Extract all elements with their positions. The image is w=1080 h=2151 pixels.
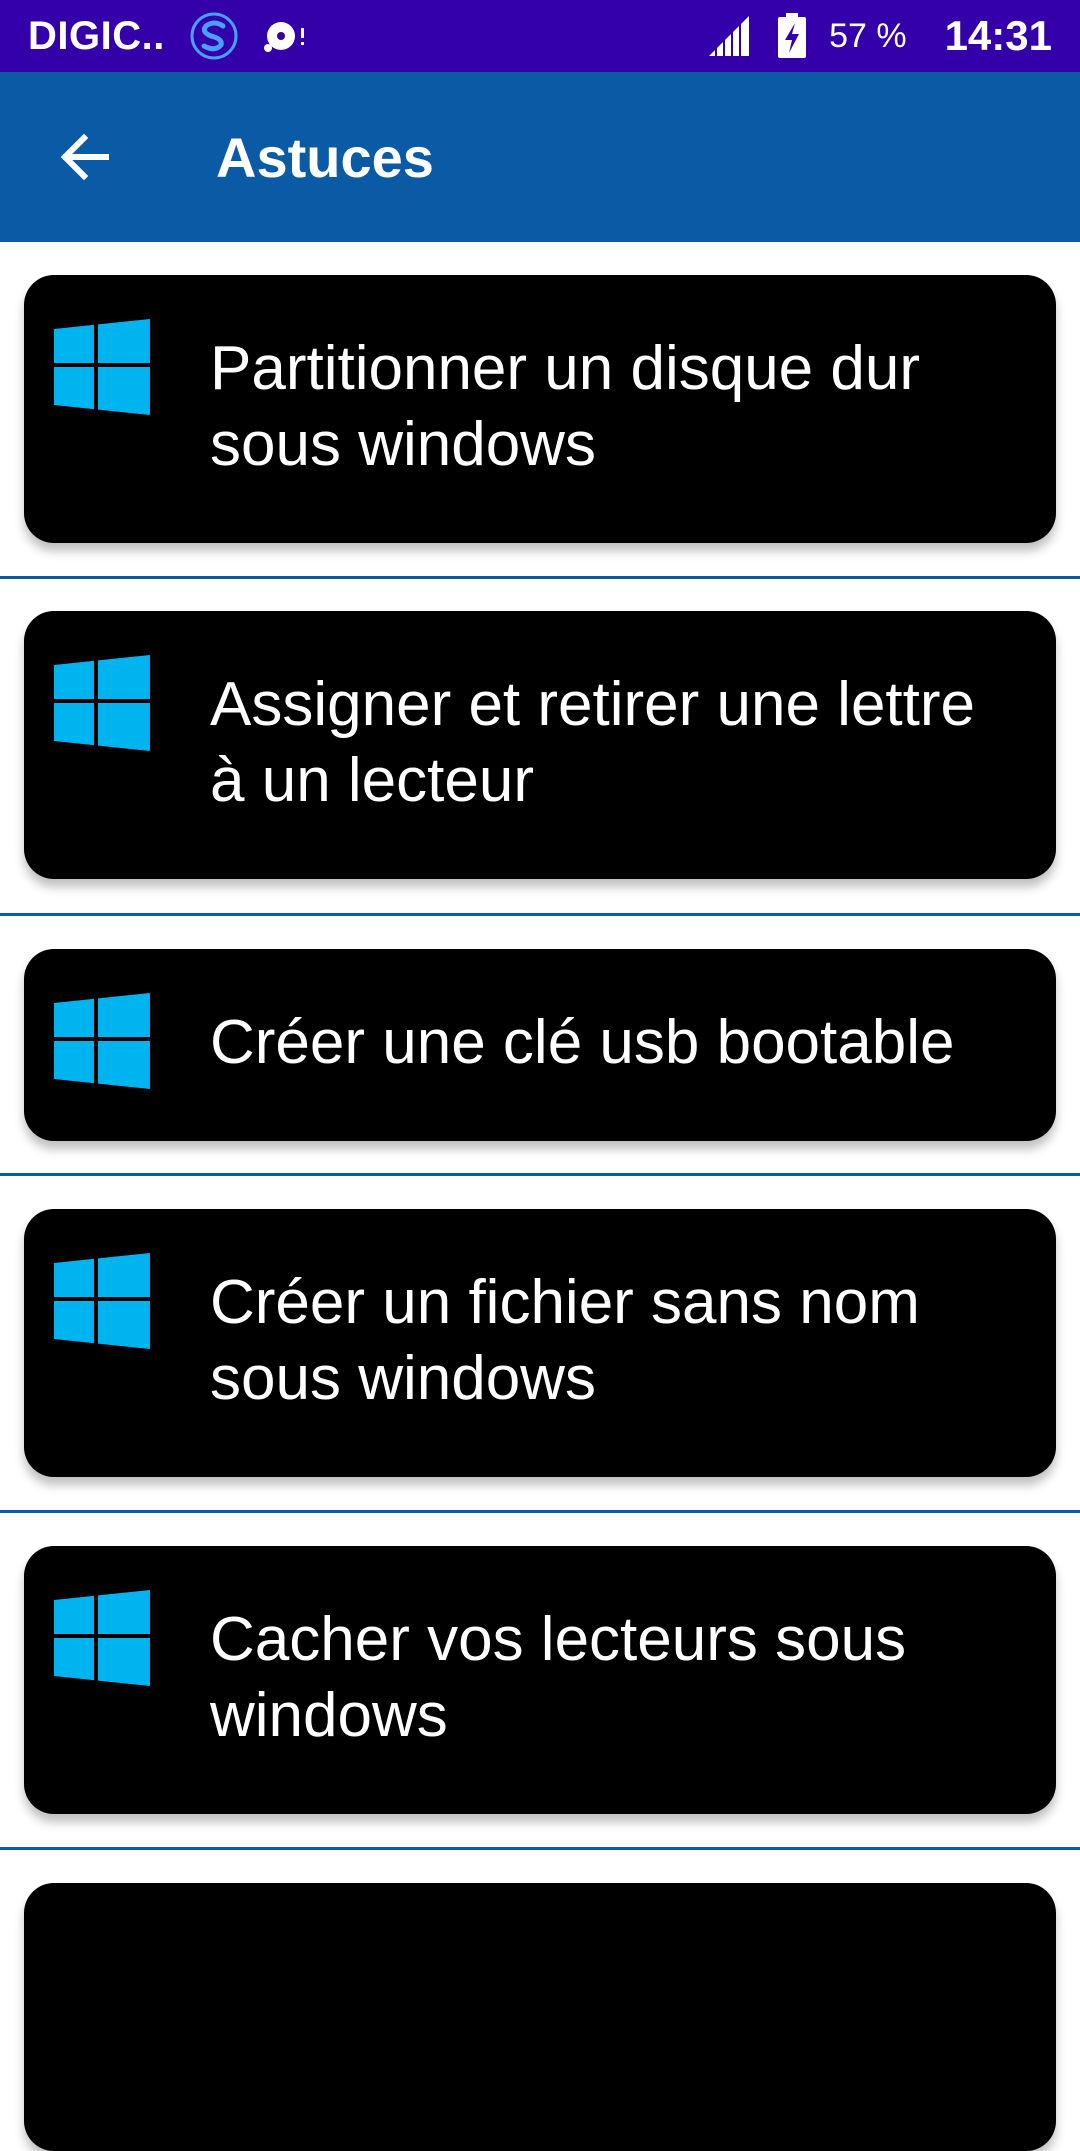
s-app-icon bbox=[190, 12, 238, 60]
windows-logo-icon bbox=[54, 993, 150, 1089]
tip-title: Assigner et retirer une lettre à un lect… bbox=[210, 670, 976, 815]
windows-logo-icon bbox=[54, 1253, 150, 1349]
tip-card-partition[interactable]: Partitionner un disque dur sous windows bbox=[24, 275, 1056, 543]
carrier-name: DIGIC.. bbox=[28, 13, 165, 58]
tip-card-partial[interactable] bbox=[24, 1883, 1056, 2151]
list-item: Créer un fichier sans nom sous windows bbox=[0, 1176, 1080, 1513]
status-left: DIGIC.. bbox=[28, 11, 311, 61]
back-button[interactable] bbox=[34, 107, 134, 207]
battery-charging-icon bbox=[778, 13, 807, 58]
list-item: Créer une clé usb bootable bbox=[0, 916, 1080, 1176]
windows-logo-icon bbox=[54, 1590, 150, 1686]
tips-list: Partitionner un disque dur sous windows … bbox=[0, 242, 1080, 2151]
tip-card-hide-drives[interactable]: Cacher vos lecteurs sous windows bbox=[24, 1546, 1056, 1814]
tip-title: Créer une clé usb bootable bbox=[210, 1008, 955, 1077]
arrow-back-icon bbox=[60, 133, 109, 181]
media-notification-icon bbox=[263, 22, 304, 52]
status-bar: DIGIC.. 57 % 14:31 bbox=[0, 0, 1080, 72]
page-title: Astuces bbox=[216, 125, 434, 189]
status-right: 57 % 14:31 bbox=[707, 12, 1052, 60]
tip-title: Partitionner un disque dur sous windows bbox=[210, 334, 921, 479]
tip-card-drive-letter[interactable]: Assigner et retirer une lettre à un lect… bbox=[24, 611, 1056, 879]
clock: 14:31 bbox=[944, 12, 1052, 59]
battery-percentage: 57 % bbox=[829, 16, 907, 55]
windows-logo-icon bbox=[54, 655, 150, 751]
signal-icon bbox=[709, 16, 750, 58]
tip-title: Cacher vos lecteurs sous windows bbox=[210, 1605, 907, 1750]
tip-card-bootable-usb[interactable]: Créer une clé usb bootable bbox=[24, 949, 1056, 1141]
app-bar: Astuces bbox=[0, 72, 1080, 242]
windows-logo-icon bbox=[54, 319, 150, 415]
list-item bbox=[0, 1850, 1080, 2151]
tip-card-nameless-file[interactable]: Créer un fichier sans nom sous windows bbox=[24, 1209, 1056, 1477]
tip-title: Créer un fichier sans nom sous windows bbox=[210, 1268, 920, 1413]
list-item: Partitionner un disque dur sous windows bbox=[0, 242, 1080, 579]
list-item: Cacher vos lecteurs sous windows bbox=[0, 1513, 1080, 1850]
list-item: Assigner et retirer une lettre à un lect… bbox=[0, 579, 1080, 916]
